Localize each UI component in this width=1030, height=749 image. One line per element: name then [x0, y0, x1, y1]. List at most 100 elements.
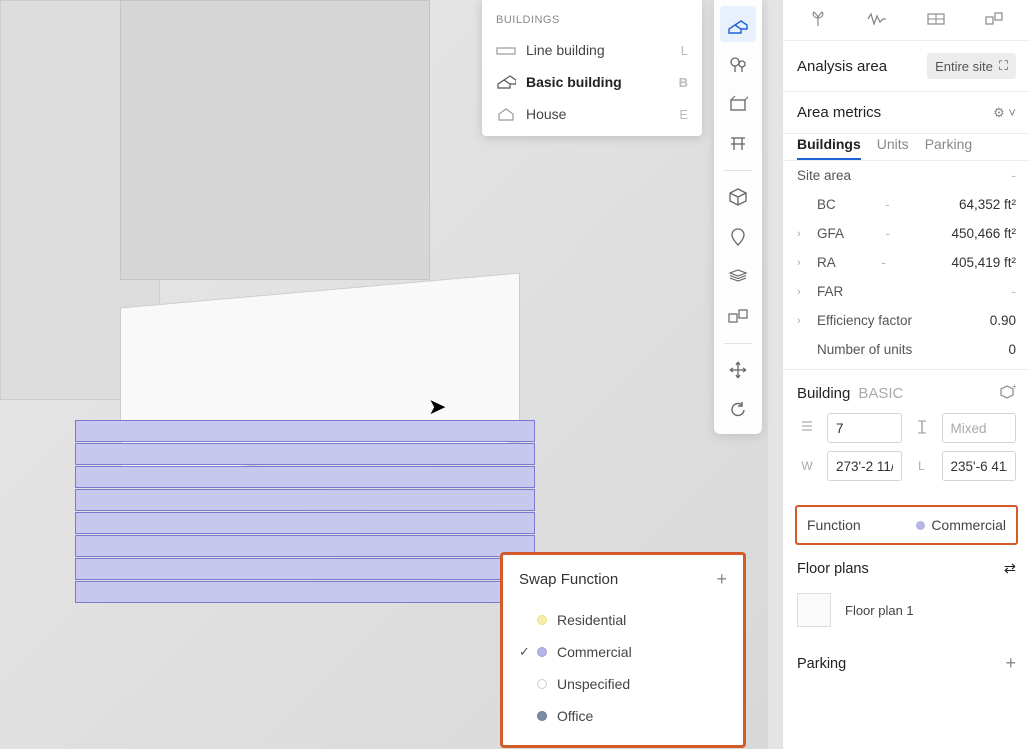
metric-far[interactable]: › FAR -: [783, 277, 1030, 306]
shortcut-key: E: [679, 107, 688, 122]
swap-option-unspecified[interactable]: Unspecified: [519, 668, 727, 700]
metric-gfa[interactable]: › GFA - 450,466 ft²: [783, 219, 1030, 248]
metric-units: Number of units 0: [783, 335, 1030, 370]
mix-input[interactable]: [942, 413, 1017, 443]
color-dot: [537, 615, 547, 625]
tool-group[interactable]: [720, 299, 756, 335]
building-ops-icon[interactable]: +: [998, 384, 1016, 403]
length-label: L: [912, 459, 932, 473]
shortcut-key: B: [679, 75, 688, 90]
menu-item-house[interactable]: House E: [482, 98, 702, 130]
floors-input[interactable]: [827, 413, 902, 443]
tool-trees[interactable]: [720, 46, 756, 82]
label: GFA: [817, 226, 844, 241]
tab-units[interactable]: Units: [877, 136, 909, 160]
parking-title: Parking: [797, 656, 846, 672]
floor-plans-title: Floor plans: [797, 561, 869, 577]
wave-icon[interactable]: [862, 8, 892, 30]
menu-item-line-building[interactable]: Line building L: [482, 34, 702, 66]
width-input[interactable]: [827, 451, 902, 481]
tool-refresh[interactable]: [720, 392, 756, 428]
metric-bc: BC - 64,352 ft²: [783, 190, 1030, 219]
floor-plans-section: Floor plans ⇄ Floor plan 1: [783, 545, 1030, 639]
expand-icon: ⛶: [999, 58, 1008, 74]
context-building: [120, 0, 430, 280]
color-dot: [537, 647, 547, 657]
tab-buildings[interactable]: Buildings: [797, 136, 861, 160]
analysis-icons-row: [783, 0, 1030, 41]
dash: -: [881, 255, 906, 270]
dash: -: [885, 226, 910, 241]
metric-site-area: Site area -: [783, 161, 1030, 190]
label: BC: [817, 197, 836, 212]
swap-option-residential[interactable]: Residential: [519, 604, 727, 636]
label: Efficiency factor: [817, 313, 912, 328]
value: 405,419 ft²: [951, 255, 1016, 270]
swap-icon[interactable]: ⇄: [1004, 561, 1016, 577]
menu-item-basic-building[interactable]: Basic building B: [482, 66, 702, 98]
floor-plan-thumb: [797, 593, 831, 627]
label: Site area: [797, 168, 851, 183]
function-value: Commercial: [916, 517, 1006, 533]
value: -: [1012, 284, 1017, 299]
chevron-right-icon: ›: [797, 315, 807, 327]
tool-cube[interactable]: [720, 179, 756, 215]
plant-icon[interactable]: [803, 8, 833, 30]
swap-label: Unspecified: [557, 676, 630, 692]
properties-panel: Analysis area Entire site ⛶ Area metrics…: [782, 0, 1030, 749]
swap-option-commercial[interactable]: ✓ Commercial: [519, 636, 727, 668]
settings-icon[interactable]: ⚙ ˅: [993, 105, 1016, 121]
storey-icon: [912, 419, 932, 438]
label: Number of units: [817, 342, 912, 357]
swap-function-panel: Swap Function + Residential ✓ Commercial…: [500, 552, 746, 748]
function-row[interactable]: Function Commercial: [795, 505, 1018, 545]
scope-selector[interactable]: Entire site ⛶: [927, 53, 1016, 79]
cursor-icon: ➤: [428, 394, 446, 420]
house-icon: [496, 107, 516, 121]
value: 0: [1008, 342, 1016, 357]
solar-icon[interactable]: [921, 8, 951, 30]
tool-building[interactable]: [720, 6, 756, 42]
value: 0.90: [990, 313, 1016, 328]
menu-item-label: Basic building: [526, 74, 622, 90]
parking-section: Parking +: [783, 639, 1030, 688]
value: 64,352 ft²: [959, 197, 1016, 212]
floor-plan-item[interactable]: Floor plan 1: [797, 587, 1016, 633]
building-section: Building BASIC + W L: [783, 370, 1030, 495]
area-metrics-section: Area metrics ⚙ ˅: [783, 92, 1030, 134]
check-mark-icon: ✓: [519, 644, 537, 660]
blocks-icon[interactable]: [980, 8, 1010, 30]
swap-label: Office: [557, 708, 593, 724]
floor-plan-label: Floor plan 1: [845, 603, 914, 618]
tool-pin[interactable]: [720, 219, 756, 255]
analysis-area-title: Analysis area: [797, 58, 887, 75]
color-dot: [537, 679, 547, 689]
massing-floors: [75, 420, 535, 610]
tool-align[interactable]: [720, 126, 756, 162]
tab-parking[interactable]: Parking: [925, 136, 972, 160]
swap-function-title: Swap Function: [519, 571, 618, 588]
svg-text:+: +: [1012, 384, 1016, 391]
swap-label: Commercial: [557, 644, 632, 660]
levels-icon: [797, 419, 817, 438]
swap-option-office[interactable]: Office: [519, 700, 727, 732]
tool-bbox[interactable]: [720, 86, 756, 122]
length-input[interactable]: [942, 451, 1017, 481]
label: RA: [817, 255, 836, 270]
label: FAR: [817, 284, 843, 299]
menu-item-label: House: [526, 106, 566, 122]
width-label: W: [797, 459, 817, 473]
metric-ra[interactable]: › RA - 405,419 ft²: [783, 248, 1030, 277]
color-dot: [916, 521, 925, 530]
analysis-area-section: Analysis area Entire site ⛶: [783, 41, 1030, 92]
tool-layers[interactable]: [720, 259, 756, 295]
shortcut-key: L: [681, 43, 688, 58]
chevron-right-icon: ›: [797, 257, 807, 269]
value: 450,466 ft²: [951, 226, 1016, 241]
dash: -: [885, 197, 910, 212]
add-parking-button[interactable]: +: [1005, 653, 1016, 674]
tool-move[interactable]: [720, 352, 756, 388]
metric-efficiency[interactable]: › Efficiency factor 0.90: [783, 306, 1030, 335]
add-function-button[interactable]: +: [716, 569, 727, 590]
swap-label: Residential: [557, 612, 626, 628]
